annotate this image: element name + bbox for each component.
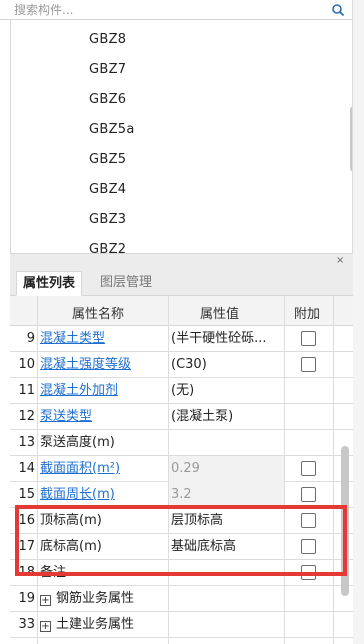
property-name[interactable]: 混凝土类型 (40, 326, 105, 352)
row-number: 19 (18, 591, 35, 606)
table-row[interactable]: 10 混凝土强度等级 (C30) (10, 352, 353, 378)
property-name[interactable]: 截面面积(m²) (40, 456, 120, 482)
header-extra: 附加 (294, 307, 321, 322)
property-value (168, 612, 284, 638)
tab-bar: 属性列表 图层管理 (10, 268, 353, 296)
grid-divider (168, 296, 169, 644)
list-item[interactable]: GBZ7 (89, 62, 126, 77)
list-item[interactable]: GBZ3 (89, 212, 126, 227)
table-row[interactable]: 33 + 土建业务属性 (10, 612, 353, 638)
grid-header: 属性名称 属性值 附加 (10, 296, 353, 326)
property-group[interactable]: + 钢筋业务属性 (40, 586, 134, 612)
search-icon[interactable] (331, 3, 345, 17)
header-value: 属性值 (200, 307, 240, 322)
property-value[interactable]: (C30) (168, 352, 284, 378)
table-row[interactable]: 12 泵送类型 (混凝土泵) (10, 404, 353, 430)
group-label: 土建业务属性 (56, 617, 135, 632)
tab-layers[interactable]: 图层管理 (94, 271, 158, 296)
property-grid: 属性名称 属性值 附加 9 混凝土类型 (半干硬性砼砾... 10 混凝土强度等… (10, 296, 353, 644)
list-item[interactable]: GBZ8 (89, 32, 126, 47)
table-row[interactable]: 11 混凝土外加剂 (无) (10, 378, 353, 404)
row-number: 13 (18, 435, 35, 450)
property-value: 0.29 (168, 456, 284, 482)
table-row[interactable]: 9 混凝土类型 (半干硬性砼砾... (10, 326, 353, 352)
expand-icon[interactable]: + (40, 621, 51, 632)
property-name[interactable]: 混凝土强度等级 (40, 352, 131, 378)
table-row[interactable]: 13 泵送高度(m) (10, 430, 353, 456)
search-input[interactable]: 搜索构件... (14, 1, 73, 18)
row-number: 12 (18, 409, 35, 424)
grid-divider (333, 296, 334, 644)
grid-divider (37, 296, 38, 644)
header-name: 属性名称 (72, 307, 125, 322)
component-list: GBZ8 GBZ7 GBZ6 GBZ5a GBZ5 GBZ4 GBZ3 GBZ2 (10, 20, 353, 254)
property-value (168, 586, 284, 612)
row-number: 14 (18, 461, 35, 476)
extra-checkbox[interactable] (301, 331, 316, 346)
property-name[interactable]: 混凝土外加剂 (40, 378, 118, 404)
property-group[interactable]: + 土建业务属性 (40, 612, 134, 638)
row-number: 10 (18, 357, 35, 372)
search-bar[interactable]: 搜索构件... (0, 0, 352, 20)
property-name[interactable]: 泵送类型 (40, 404, 92, 430)
property-name: 泵送高度(m) (40, 435, 115, 450)
property-value[interactable] (168, 430, 284, 456)
list-item[interactable]: GBZ4 (89, 182, 126, 197)
list-item[interactable]: GBZ6 (89, 92, 126, 107)
extra-checkbox[interactable] (301, 487, 316, 502)
list-item[interactable]: GBZ5 (89, 152, 126, 167)
panel-splitter[interactable] (10, 254, 353, 268)
extra-checkbox[interactable] (301, 461, 316, 476)
group-label: 钢筋业务属性 (56, 591, 135, 606)
panel-edge-strip (352, 0, 364, 644)
extra-checkbox[interactable] (301, 357, 316, 372)
row-number: 11 (18, 383, 35, 398)
row-number: 9 (26, 331, 35, 346)
property-value[interactable]: (无) (168, 378, 284, 404)
close-icon[interactable]: × (336, 256, 344, 266)
highlight-box (15, 505, 347, 576)
table-row[interactable]: 14 截面面积(m²) 0.29 (10, 456, 353, 482)
property-value[interactable]: (半干硬性砼砾... (168, 326, 284, 352)
tab-properties[interactable]: 属性列表 (16, 271, 83, 296)
row-number: 33 (18, 617, 35, 632)
table-row[interactable]: 19 + 钢筋业务属性 (10, 586, 353, 612)
expand-icon[interactable]: + (40, 595, 51, 606)
property-value[interactable]: (混凝土泵) (168, 404, 284, 430)
component-properties-panel: 搜索构件... GBZ8 GBZ7 GBZ6 GBZ5a GBZ5 GBZ4 G… (0, 0, 364, 644)
grid-divider (284, 296, 285, 644)
list-item[interactable]: GBZ5a (89, 122, 135, 137)
list-item[interactable]: GBZ2 (89, 242, 126, 253)
